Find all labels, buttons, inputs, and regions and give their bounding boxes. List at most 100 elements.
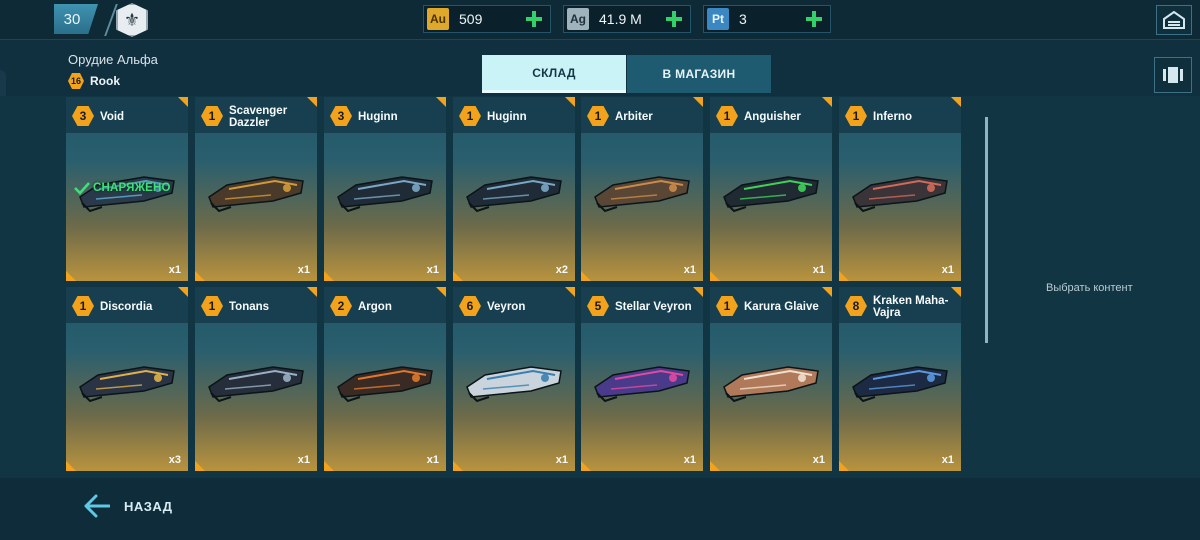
item-quantity: x1 bbox=[683, 264, 696, 276]
corner-marker bbox=[195, 461, 205, 471]
gold-amount: 509 bbox=[459, 11, 483, 27]
stellar-veyron-weapon-icon bbox=[594, 366, 690, 403]
karura-glaive-weapon-icon bbox=[723, 366, 819, 403]
item-quantity: x1 bbox=[426, 264, 439, 276]
item-name: Tonans bbox=[229, 301, 270, 313]
item-name: Kraken Maha-Vajra bbox=[873, 295, 949, 319]
side-panel-hint: Выбрать контент bbox=[1046, 282, 1133, 294]
corner-marker bbox=[839, 271, 849, 281]
item-name: Scavenger Dazzler bbox=[229, 105, 288, 129]
equipped-text: СНАРЯЖЕНО bbox=[93, 182, 171, 194]
kraken-maha-vajra-weapon-icon bbox=[852, 366, 948, 403]
player-level: 30 bbox=[63, 10, 81, 28]
hangar-icon bbox=[1163, 11, 1185, 29]
item-card-discordia[interactable]: 1 Discordia x3 bbox=[66, 287, 188, 471]
arbiter-weapon-icon bbox=[594, 176, 690, 213]
corner-marker bbox=[324, 271, 334, 281]
item-card-inferno[interactable]: 1 Inferno x1 bbox=[839, 97, 961, 281]
huginn-weapon-icon bbox=[466, 176, 562, 213]
divider bbox=[94, 4, 118, 36]
anguisher-weapon-icon bbox=[723, 176, 819, 213]
checkmark-icon bbox=[74, 182, 90, 195]
item-name: Inferno bbox=[873, 111, 912, 123]
add-silver-button[interactable] bbox=[664, 9, 684, 29]
item-card-scavenger-dazzler[interactable]: 1 Scavenger Dazzler x1 bbox=[195, 97, 317, 281]
item-quantity: x1 bbox=[297, 454, 310, 466]
item-name: Huginn bbox=[358, 111, 398, 123]
item-quantity: x1 bbox=[941, 264, 954, 276]
weapon-slot-title: Орудие Альфа bbox=[68, 52, 158, 67]
item-card-huginn[interactable]: 3 Huginn x1 bbox=[324, 97, 446, 281]
platinum-currency: Pt 3 bbox=[703, 5, 831, 33]
bottom-bar bbox=[0, 478, 1200, 540]
equipped-label: СНАРЯЖЕНО bbox=[74, 181, 171, 195]
item-quantity: x1 bbox=[297, 264, 310, 276]
player-level-badge[interactable]: 30 bbox=[54, 4, 98, 34]
add-platinum-button[interactable] bbox=[804, 9, 824, 29]
item-quantity: x1 bbox=[941, 454, 954, 466]
platinum-icon: Pt bbox=[707, 8, 729, 30]
tab-storage[interactable]: СКЛАД bbox=[482, 55, 626, 93]
item-card-void[interactable]: 3 Void x1 СНАРЯЖЕНО bbox=[66, 97, 188, 281]
discordia-weapon-icon bbox=[79, 366, 175, 403]
item-name: Argon bbox=[358, 301, 392, 313]
corner-marker bbox=[453, 461, 463, 471]
back-arrow-icon bbox=[84, 494, 110, 518]
corner-marker bbox=[710, 271, 720, 281]
veyron-weapon-icon bbox=[466, 366, 562, 403]
item-name: Anguisher bbox=[744, 111, 801, 123]
hangar-button[interactable] bbox=[1156, 5, 1192, 35]
item-name: Discordia bbox=[100, 301, 153, 313]
item-quantity: x1 bbox=[426, 454, 439, 466]
platinum-amount: 3 bbox=[739, 11, 747, 27]
back-label: НАЗАД bbox=[124, 498, 173, 514]
robot-info: 16 Rook bbox=[68, 73, 120, 89]
item-card-tonans[interactable]: 1 Tonans x1 bbox=[195, 287, 317, 471]
item-quantity: x1 bbox=[168, 264, 181, 276]
corner-marker bbox=[195, 271, 205, 281]
huginn-weapon-icon bbox=[337, 176, 433, 213]
argon-weapon-icon bbox=[337, 366, 433, 403]
tab-shop[interactable]: В МАГАЗИН bbox=[627, 55, 771, 93]
item-quantity: x2 bbox=[555, 264, 568, 276]
tonans-weapon-icon bbox=[208, 366, 304, 403]
corner-marker bbox=[581, 271, 591, 281]
add-gold-button[interactable] bbox=[524, 9, 544, 29]
item-card-veyron[interactable]: 6 Veyron x1 bbox=[453, 287, 575, 471]
item-card-huginn[interactable]: 1 Huginn x2 bbox=[453, 97, 575, 281]
item-card-argon[interactable]: 2 Argon x1 bbox=[324, 287, 446, 471]
panel-toggle-icon bbox=[1163, 67, 1183, 83]
item-card-arbiter[interactable]: 1 Arbiter x1 bbox=[581, 97, 703, 281]
item-quantity: x1 bbox=[812, 264, 825, 276]
silver-currency: Ag 41.9 M bbox=[563, 5, 691, 33]
inferno-weapon-icon bbox=[852, 176, 948, 213]
item-quantity: x3 bbox=[168, 454, 181, 466]
corner-marker bbox=[66, 271, 76, 281]
robot-name: Rook bbox=[90, 74, 120, 88]
item-quantity: x1 bbox=[555, 454, 568, 466]
corner-marker bbox=[453, 271, 463, 281]
item-name: Huginn bbox=[487, 111, 527, 123]
item-card-kraken-maha-vajra[interactable]: 8 Kraken Maha-Vajra x1 bbox=[839, 287, 961, 471]
gold-currency: Au 509 bbox=[423, 5, 551, 33]
item-name: Stellar Veyron bbox=[615, 301, 692, 313]
item-card-stellar-veyron[interactable]: 5 Stellar Veyron x1 bbox=[581, 287, 703, 471]
corner-marker bbox=[710, 461, 720, 471]
item-card-anguisher[interactable]: 1 Anguisher x1 bbox=[710, 97, 832, 281]
silver-amount: 41.9 M bbox=[599, 11, 642, 27]
item-card-karura-glaive[interactable]: 1 Karura Glaive x1 bbox=[710, 287, 832, 471]
clan-emblem-icon[interactable]: ⚜ bbox=[116, 3, 148, 37]
corner-marker bbox=[581, 461, 591, 471]
scavenger-dazzler-weapon-icon bbox=[208, 176, 304, 213]
corner-marker bbox=[66, 461, 76, 471]
corner-marker bbox=[839, 461, 849, 471]
grid-scrollbar[interactable] bbox=[985, 117, 988, 343]
side-panel-toggle[interactable] bbox=[1154, 57, 1192, 93]
top-bar: 30 ⚜ Au 509 Ag 41.9 M Pt 3 bbox=[0, 0, 1200, 40]
back-button[interactable]: НАЗАД bbox=[84, 494, 173, 518]
item-quantity: x1 bbox=[683, 454, 696, 466]
silver-icon: Ag bbox=[567, 8, 589, 30]
gold-icon: Au bbox=[427, 8, 449, 30]
robot-level-badge: 16 bbox=[68, 73, 84, 89]
item-name: Void bbox=[100, 111, 125, 123]
